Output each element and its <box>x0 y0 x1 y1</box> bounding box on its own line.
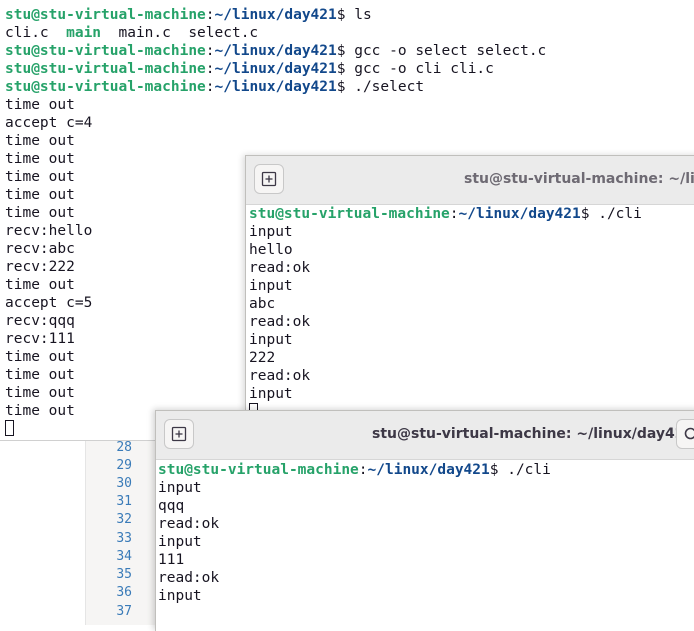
output-line: read:ok <box>249 313 642 331</box>
output-line: read:ok <box>249 367 642 385</box>
prompt-line: stu@stu-virtual-machine:~/linux/day421$ … <box>5 60 546 78</box>
prompt-colon: : <box>206 7 215 23</box>
terminal-window-client-2[interactable]: stu@stu-virtual-machine: ~/linux/day421 … <box>155 410 694 631</box>
window-titlebar[interactable]: stu@stu-virtual-machine: ~/linux <box>246 156 694 205</box>
prompt-colon: : <box>206 79 215 95</box>
output-line: input <box>249 385 642 403</box>
output-line: 111 <box>158 551 551 569</box>
output-line: input <box>249 331 642 349</box>
prompt-path: ~/linux/day421 <box>459 206 581 222</box>
output-line: input <box>158 533 551 551</box>
prompt-user: stu@stu-virtual-machine <box>5 7 206 23</box>
search-icon <box>683 426 694 444</box>
window-title: stu@stu-virtual-machine: ~/linux <box>464 171 694 187</box>
output-line: read:ok <box>158 569 551 587</box>
terminal-window-client-1[interactable]: stu@stu-virtual-machine: ~/linux stu@stu… <box>245 155 694 411</box>
prompt-path: ~/linux/day421 <box>215 79 337 95</box>
prompt-colon: : <box>206 61 215 77</box>
output-line: qqq <box>158 497 551 515</box>
ls-output-line: cli.c main main.c select.c <box>5 24 546 42</box>
new-tab-button[interactable] <box>254 164 284 194</box>
prompt-user: stu@stu-virtual-machine <box>5 61 206 77</box>
command-text: gcc -o cli cli.c <box>354 61 494 77</box>
line-number: 28 <box>100 440 132 455</box>
prompt-line: stu@stu-virtual-machine:~/linux/day421$ … <box>5 6 546 24</box>
command-text: gcc -o select select.c <box>354 43 546 59</box>
output-line: hello <box>249 241 642 259</box>
output-line: 222 <box>249 349 642 367</box>
prompt-path: ~/linux/day421 <box>215 43 337 59</box>
executable-entry: main <box>66 25 101 41</box>
prompt-user: stu@stu-virtual-machine <box>5 43 206 59</box>
command-text: ./select <box>354 79 424 95</box>
prompt-symbol: $ <box>337 79 354 95</box>
text-cursor <box>5 420 14 436</box>
prompt-user: stu@stu-virtual-machine <box>158 462 359 478</box>
line-number: 29 <box>100 458 132 473</box>
file-entry: main.c select.c <box>101 25 258 41</box>
prompt-symbol: $ <box>337 61 354 77</box>
prompt-user: stu@stu-virtual-machine <box>249 206 450 222</box>
prompt-symbol: $ <box>337 7 354 23</box>
line-number: 36 <box>100 585 132 600</box>
prompt-path: ~/linux/day421 <box>368 462 490 478</box>
new-tab-button[interactable] <box>164 419 194 449</box>
window-titlebar[interactable]: stu@stu-virtual-machine: ~/linux/day421 <box>156 411 694 460</box>
line-number: 35 <box>100 567 132 582</box>
new-tab-icon <box>261 171 277 187</box>
output-line: input <box>158 479 551 497</box>
line-number: 30 <box>100 476 132 491</box>
output-line: time out <box>5 132 546 150</box>
command-text: ./cli <box>507 462 551 478</box>
output-line: read:ok <box>249 259 642 277</box>
prompt-colon: : <box>359 462 368 478</box>
prompt-symbol: $ <box>337 43 354 59</box>
prompt-path: ~/linux/day421 <box>215 7 337 23</box>
command-text: ./cli <box>598 206 642 222</box>
prompt-line: stu@stu-virtual-machine:~/linux/day421$ … <box>5 42 546 60</box>
line-number: 32 <box>100 512 132 527</box>
prompt-colon: : <box>206 43 215 59</box>
prompt-symbol: $ <box>490 462 507 478</box>
prompt-line: stu@stu-virtual-machine:~/linux/day421$ … <box>158 461 551 479</box>
output-line: input <box>158 587 551 605</box>
output-line: time out <box>5 96 546 114</box>
prompt-colon: : <box>450 206 459 222</box>
prompt-path: ~/linux/day421 <box>215 61 337 77</box>
output-line: read:ok <box>158 515 551 533</box>
output-line: abc <box>249 295 642 313</box>
new-tab-icon <box>171 426 187 442</box>
command-text: ls <box>354 7 371 23</box>
search-button[interactable] <box>676 419 694 449</box>
window-title: stu@stu-virtual-machine: ~/linux/day421 <box>372 426 694 442</box>
line-number: 34 <box>100 549 132 564</box>
terminal-output: stu@stu-virtual-machine:~/linux/day421$ … <box>158 461 551 605</box>
file-entry: cli.c <box>5 25 66 41</box>
output-line: accept c=4 <box>5 114 546 132</box>
prompt-symbol: $ <box>581 206 598 222</box>
prompt-line: stu@stu-virtual-machine:~/linux/day421$ … <box>249 205 642 223</box>
line-number: 37 <box>100 604 132 619</box>
terminal-output: stu@stu-virtual-machine:~/linux/day421$ … <box>249 205 642 421</box>
output-line: input <box>249 223 642 241</box>
line-number: 33 <box>100 531 132 546</box>
prompt-line: stu@stu-virtual-machine:~/linux/day421$ … <box>5 78 546 96</box>
line-number: 31 <box>100 494 132 509</box>
editor-side-panel <box>0 440 86 625</box>
output-line: input <box>249 277 642 295</box>
prompt-user: stu@stu-virtual-machine <box>5 79 206 95</box>
